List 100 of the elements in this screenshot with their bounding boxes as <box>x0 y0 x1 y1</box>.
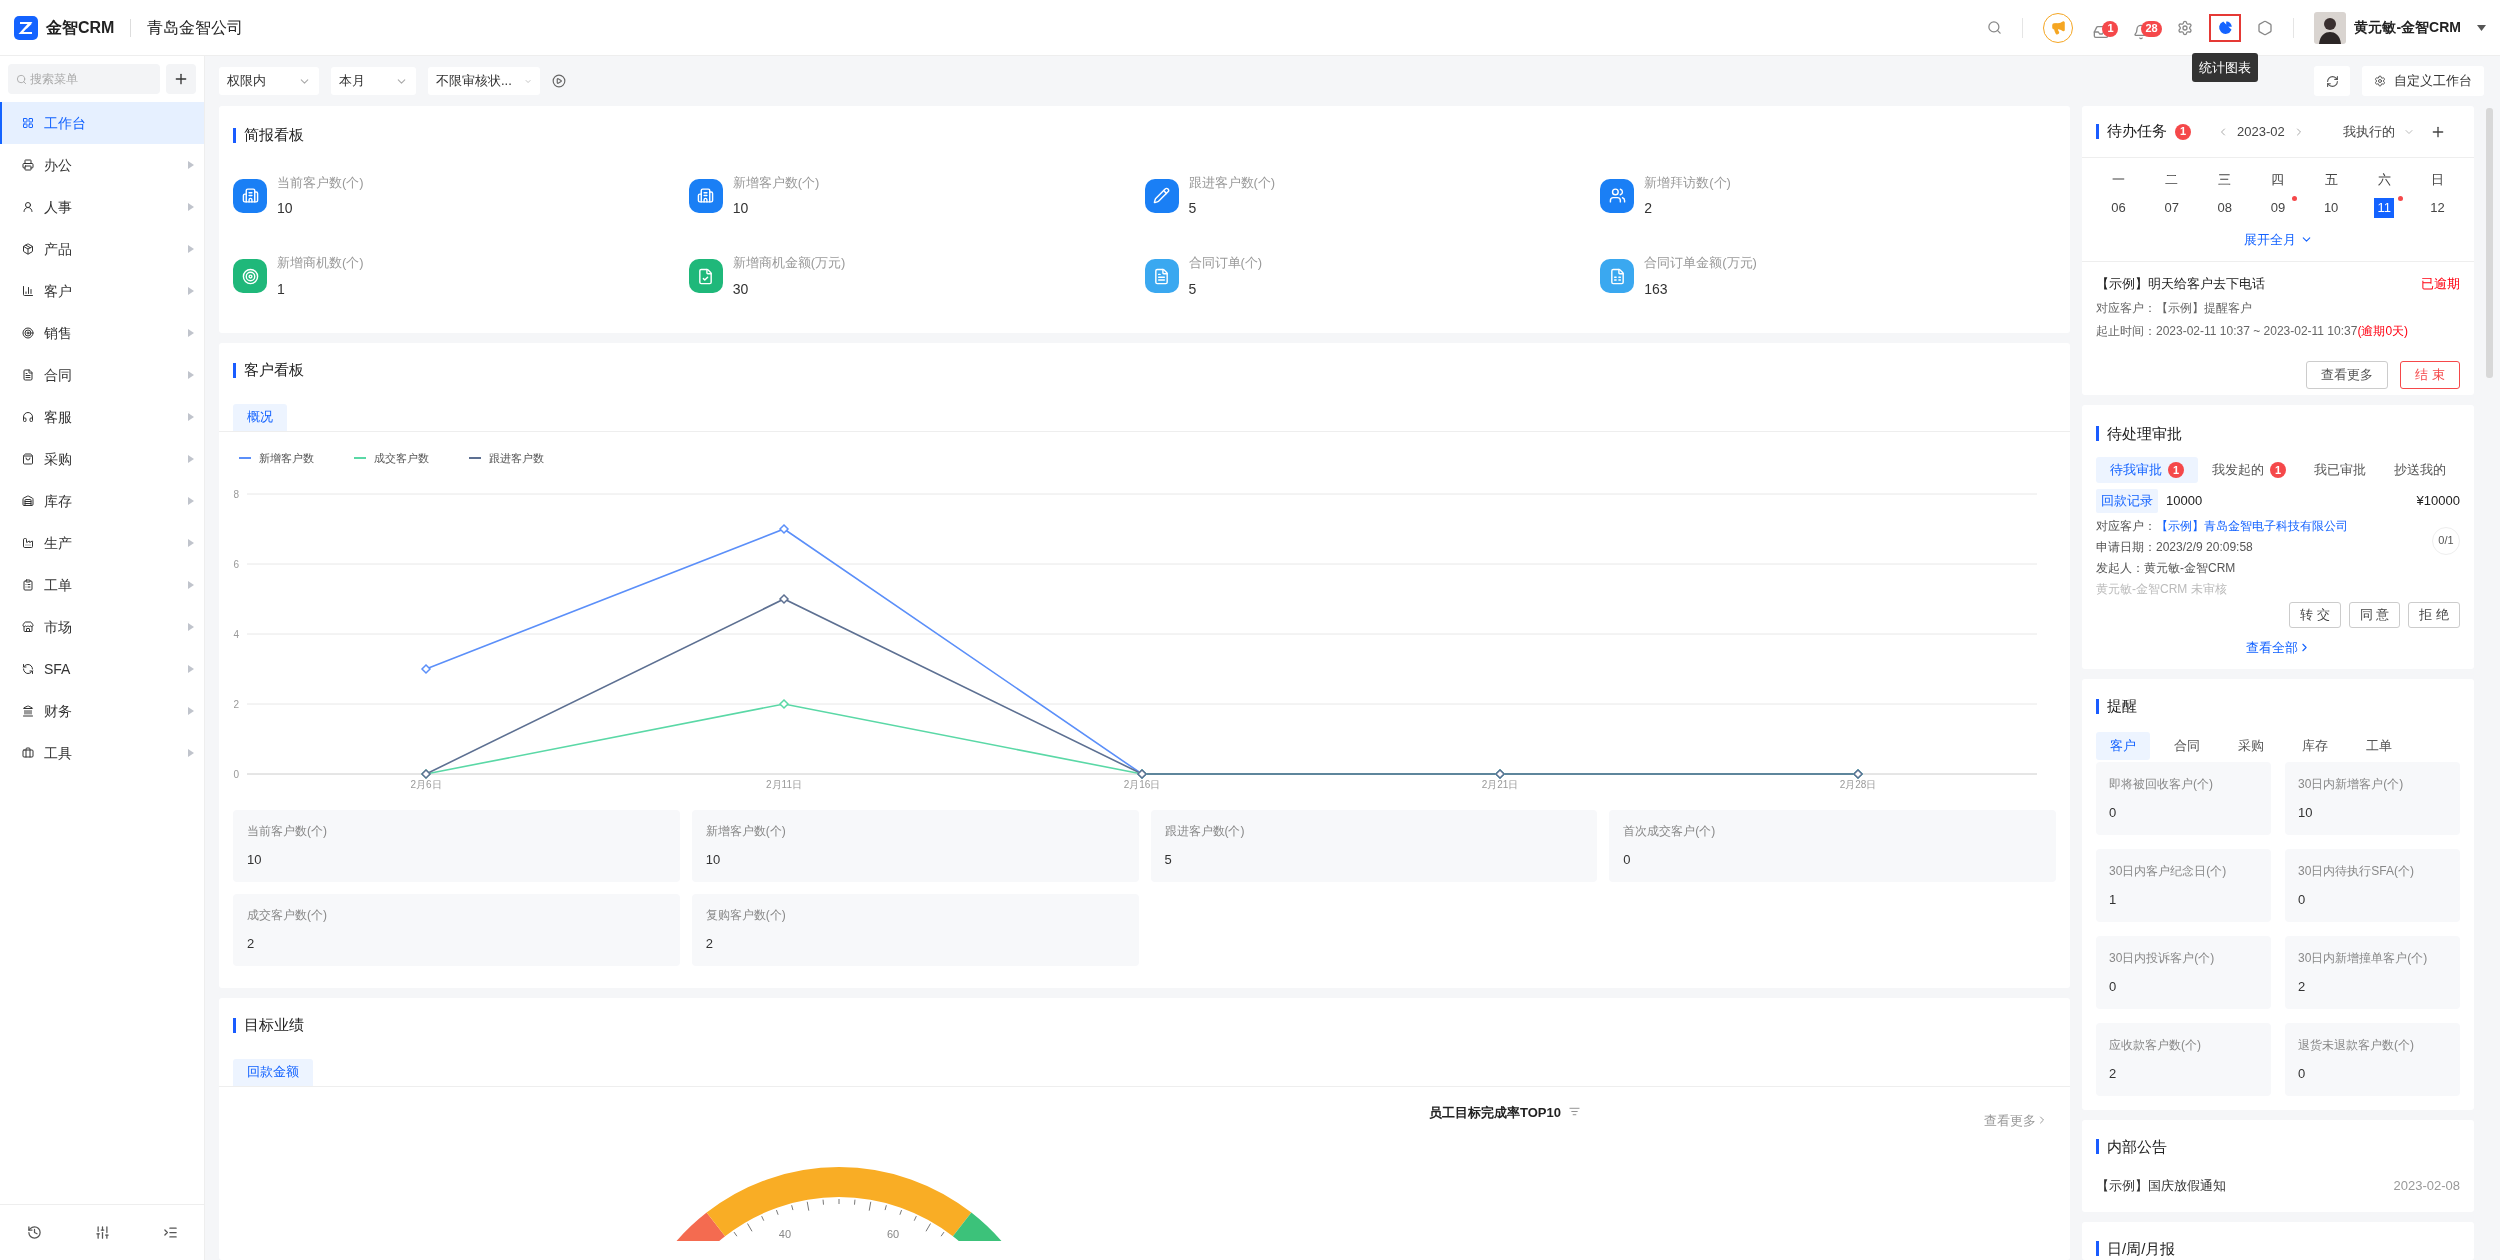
card-title: 提醒 <box>2107 696 2137 716</box>
count-badge: 1 <box>2168 462 2184 478</box>
stat-value: 2 <box>247 935 256 953</box>
axis-label: 8 <box>233 489 239 500</box>
calendar-date[interactable]: 11 <box>2374 197 2395 218</box>
task-title[interactable]: 【示例】明天给客户去下电话 <box>2096 274 2265 294</box>
tab[interactable]: 回款金额 <box>233 1058 313 1086</box>
menu-item[interactable]: 工作台 <box>0 102 204 144</box>
menu-item[interactable]: 采购 <box>0 438 204 480</box>
metric-label: 新增拜访数(个) <box>1644 173 1731 192</box>
caret-icon <box>188 623 194 631</box>
menu-item[interactable]: SFA <box>0 648 204 690</box>
play-icon[interactable] <box>552 74 566 88</box>
menu-item[interactable]: 销售 <box>0 312 204 354</box>
pie-chart-button[interactable] <box>2209 13 2242 42</box>
menu-item[interactable]: 库存 <box>0 480 204 522</box>
customer-link[interactable]: 【示例】青岛金智电子科技有限公司 <box>2156 516 2348 535</box>
sliders-icon[interactable] <box>94 1225 110 1240</box>
calendar-date[interactable]: 12 <box>2427 197 2448 218</box>
data-point <box>778 698 790 710</box>
menu-item[interactable]: 工单 <box>0 564 204 606</box>
stat-value: 0 <box>2298 890 2307 909</box>
tab[interactable]: 采购 <box>2224 731 2278 760</box>
task-button[interactable]: 结 束 <box>2400 360 2460 389</box>
tab[interactable]: 合同 <box>2160 731 2214 760</box>
notice-title[interactable]: 【示例】国庆放假通知 <box>2096 1176 2226 1196</box>
settings-icon[interactable] <box>2177 19 2194 36</box>
task-button[interactable]: 查看更多 <box>2306 360 2389 389</box>
field-label: 对应客户： <box>2096 517 2156 535</box>
customize-button[interactable]: 自定义工作台 <box>2362 66 2484 96</box>
calendar-date[interactable]: 06 <box>2108 197 2129 218</box>
tab[interactable]: 概况 <box>233 403 287 431</box>
tab[interactable]: 库存 <box>2288 731 2342 760</box>
record-amount: ¥10000 <box>2416 492 2460 510</box>
data-point <box>778 523 790 535</box>
menu-item[interactable]: 合同 <box>0 354 204 396</box>
review-status: 黄元敏-金智CRM 未审核 <box>2096 580 2228 598</box>
axis-label: 4 <box>233 629 239 640</box>
tab[interactable]: 工单 <box>2352 731 2406 760</box>
company-name: 青岛金智公司 <box>147 17 244 38</box>
stat-label: 退货未退款客户数(个) <box>2298 1036 2415 1054</box>
calendar-date[interactable]: 10 <box>2321 197 2342 218</box>
tab[interactable]: 我发起的 1 <box>2198 457 2300 483</box>
inbox-button[interactable]: 1 <box>2093 15 2122 40</box>
calendar-date[interactable]: 07 <box>2161 197 2182 218</box>
bell-button[interactable]: 28 <box>2133 15 2170 40</box>
approval-button[interactable]: 转 交 <box>2289 601 2341 628</box>
list-indent-icon[interactable] <box>162 1225 178 1240</box>
menu-item[interactable]: 市场 <box>0 606 204 648</box>
metric-value: 5 <box>1188 279 1198 299</box>
legend-label: 跟进客户数 <box>489 450 544 466</box>
menu-item[interactable]: 客户 <box>0 270 204 312</box>
search-icon[interactable] <box>1987 20 2003 35</box>
initiator: 发起人：黄元敏-金智CRM <box>2096 559 2237 577</box>
stat-label: 30日内投诉客户(个) <box>2109 949 2216 967</box>
legend-label: 新增客户数 <box>259 450 314 466</box>
history-icon[interactable] <box>26 1225 42 1240</box>
tab[interactable]: 抄送我的 <box>2380 457 2460 483</box>
weekday-label: 四 <box>2270 171 2286 189</box>
view-all-link[interactable]: 查看全部 <box>2245 637 2311 657</box>
tab[interactable]: 我已审批 <box>2300 457 2380 483</box>
search-icon <box>16 74 27 85</box>
calendar-date[interactable]: 08 <box>2214 197 2235 218</box>
axis-label: 6 <box>233 559 239 570</box>
stat-value: 1 <box>2109 890 2118 909</box>
menu-item[interactable]: 办公 <box>0 144 204 186</box>
stat-value: 5 <box>1164 851 1173 869</box>
caret-icon <box>188 161 194 169</box>
menu-item[interactable]: 财务 <box>0 690 204 732</box>
tab[interactable]: 待我审批 1 <box>2096 457 2198 483</box>
megaphone-icon <box>2050 20 2066 35</box>
metric-label: 合同订单金额(万元) <box>1644 254 1757 272</box>
menu-item[interactable]: 客服 <box>0 396 204 438</box>
approval-button[interactable]: 同 意 <box>2348 601 2401 628</box>
menu-item[interactable]: 生产 <box>0 522 204 564</box>
axis-label: 2 <box>233 699 239 710</box>
expand-month-link[interactable]: 展开全月 <box>2243 229 2313 249</box>
hexagon-icon[interactable] <box>2257 19 2274 36</box>
filter-select[interactable]: 权限内 <box>219 67 319 95</box>
calendar-date[interactable]: 09 <box>2268 197 2288 218</box>
caret-icon <box>2477 24 2486 31</box>
tab[interactable]: 客户 <box>2096 731 2150 760</box>
menu-item[interactable]: 产品 <box>0 228 204 270</box>
stat-value: 10 <box>247 851 263 869</box>
count-badge: 1 <box>2175 123 2191 140</box>
user-name[interactable]: 黄元敏-金智CRM <box>2354 17 2461 38</box>
task-filter-select[interactable]: 我执行的 <box>2342 121 2415 142</box>
approval-button[interactable]: 拒 绝 <box>2408 601 2460 628</box>
axis-label: 2月11日 <box>766 779 802 790</box>
inbox-icon <box>2093 24 2110 40</box>
filter-select[interactable]: 本月 <box>331 67 416 95</box>
filter-select[interactable]: 不限审核状... <box>428 67 540 95</box>
menu-item[interactable]: 人事 <box>0 186 204 228</box>
menu-search-field[interactable]: 搜索菜单 <box>8 64 160 94</box>
refresh-button[interactable] <box>2314 66 2350 96</box>
sort-icon[interactable] <box>1568 1105 1580 1117</box>
menu-item[interactable]: 工具 <box>0 732 204 774</box>
add-button[interactable] <box>166 64 196 94</box>
count-badge: 28 <box>2141 20 2162 37</box>
field-label: 起止时间： <box>2096 322 2156 340</box>
